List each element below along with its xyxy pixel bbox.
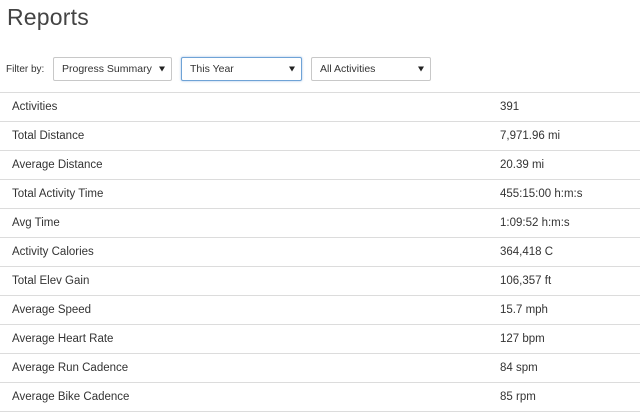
stats-row-average-distance: Average Distance 20.39 mi bbox=[0, 151, 640, 180]
stat-label: Avg Time bbox=[12, 217, 60, 229]
stats-row-activities: Activities 391 bbox=[0, 93, 640, 122]
report-type-select[interactable]: Progress Summary bbox=[53, 57, 172, 81]
stat-value: 364,418 C bbox=[500, 246, 554, 258]
stat-label: Activities bbox=[12, 101, 58, 113]
stat-label: Total Distance bbox=[12, 130, 85, 142]
stats-row-activity-calories: Activity Calories 364,418 C bbox=[0, 238, 640, 267]
activity-type-select-value: All Activities bbox=[320, 63, 376, 75]
stat-label: Average Bike Cadence bbox=[12, 391, 130, 403]
stats-row-average-run-cadence: Average Run Cadence 84 spm bbox=[0, 354, 640, 383]
stat-value: 106,357 ft bbox=[500, 275, 552, 287]
stats-row-average-heart-rate: Average Heart Rate 127 bpm bbox=[0, 325, 640, 354]
stat-value: 20.39 mi bbox=[500, 159, 545, 171]
stat-label: Activity Calories bbox=[12, 246, 94, 258]
stats-row-total-elev-gain: Total Elev Gain 106,357 ft bbox=[0, 267, 640, 296]
stat-value: 7,971.96 mi bbox=[500, 130, 561, 142]
report-type-select-value: Progress Summary bbox=[62, 63, 152, 75]
stat-value: 84 spm bbox=[500, 362, 538, 374]
page-title: Reports bbox=[7, 4, 89, 30]
period-select-value: This Year bbox=[190, 63, 234, 75]
activity-type-select[interactable]: All Activities bbox=[311, 57, 431, 81]
stat-value: 15.7 mph bbox=[500, 304, 548, 316]
caret-down-icon bbox=[418, 66, 424, 72]
stat-label: Average Heart Rate bbox=[12, 333, 114, 345]
stat-value: 85 rpm bbox=[500, 391, 536, 403]
stats-row-total-distance: Total Distance 7,971.96 mi bbox=[0, 122, 640, 151]
stat-label: Average Speed bbox=[12, 304, 92, 316]
stats-row-avg-time: Avg Time 1:09:52 h:m:s bbox=[0, 209, 640, 238]
period-select[interactable]: This Year bbox=[181, 57, 302, 81]
filter-label: Filter by: bbox=[6, 63, 45, 75]
stat-value: 127 bpm bbox=[500, 333, 545, 345]
stats-table: Activities 391 Total Distance 7,971.96 m… bbox=[0, 92, 640, 412]
stats-row-average-speed: Average Speed 15.7 mph bbox=[0, 296, 640, 325]
stats-row-total-activity-time: Total Activity Time 455:15:00 h:m:s bbox=[0, 180, 640, 209]
stat-label: Average Distance bbox=[12, 159, 103, 171]
stat-label: Average Run Cadence bbox=[12, 362, 129, 374]
caret-down-icon bbox=[289, 66, 295, 72]
stat-value: 455:15:00 h:m:s bbox=[500, 188, 583, 200]
stats-row-average-bike-cadence: Average Bike Cadence 85 rpm bbox=[0, 383, 640, 412]
reports-page: Reports Filter by: Progress Summary This… bbox=[0, 0, 640, 418]
stat-value: 391 bbox=[500, 101, 520, 113]
stat-label: Total Activity Time bbox=[12, 188, 104, 200]
stat-value: 1:09:52 h:m:s bbox=[500, 217, 570, 229]
stat-label: Total Elev Gain bbox=[12, 275, 90, 287]
filter-bar: Filter by: Progress Summary This Year Al… bbox=[6, 56, 440, 82]
caret-down-icon bbox=[159, 66, 165, 72]
